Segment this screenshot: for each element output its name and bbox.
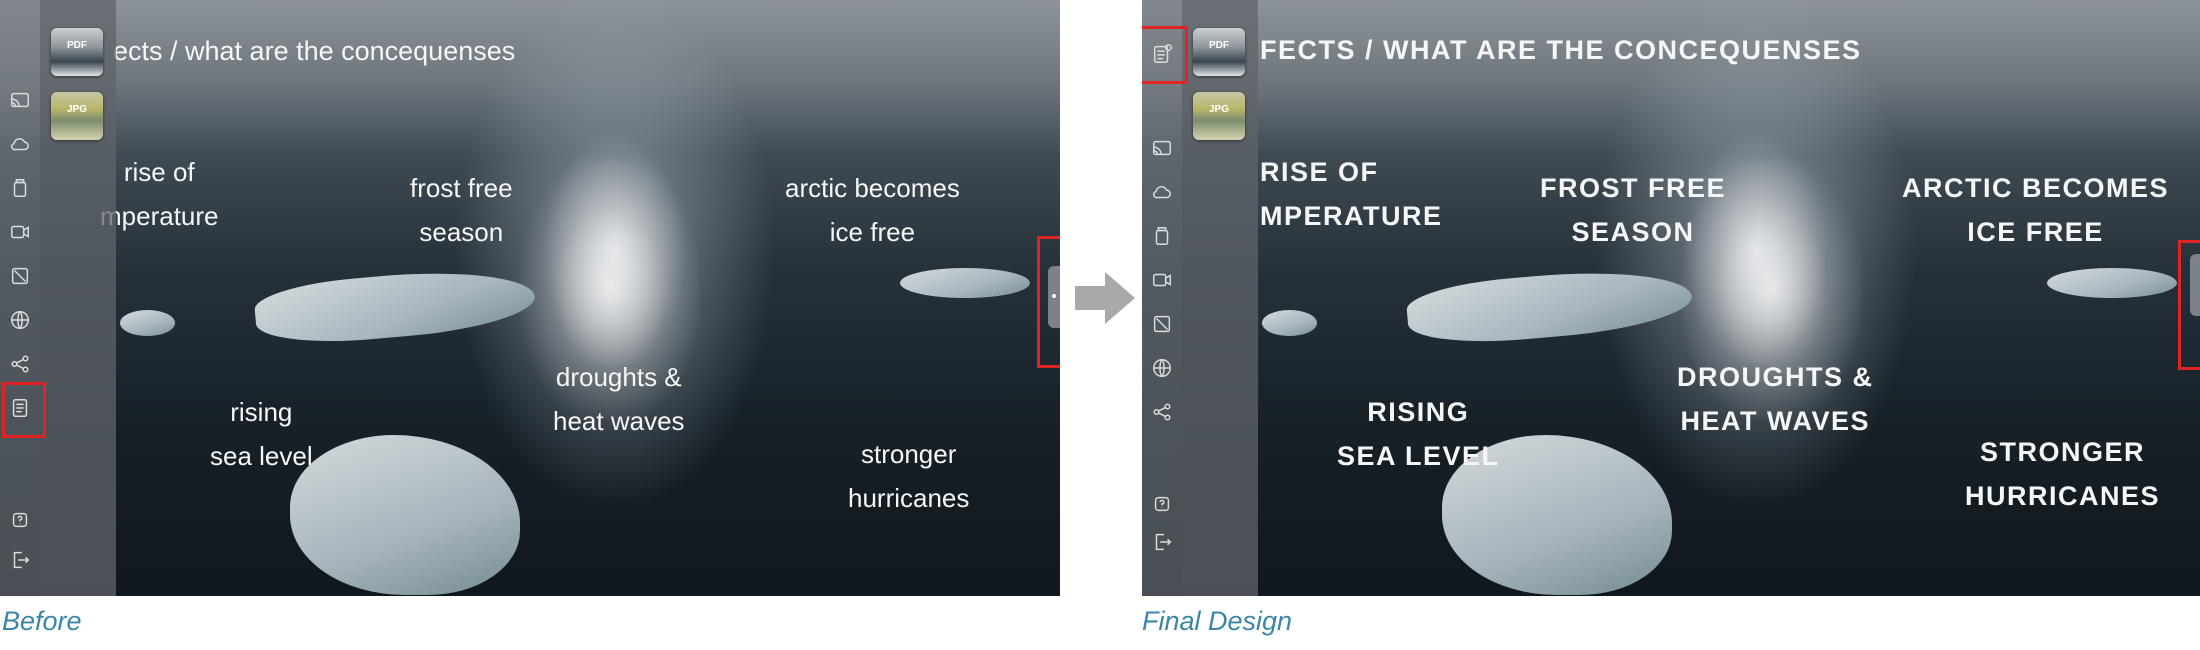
highlight-document-icon xyxy=(2,382,46,438)
pdf-thumbnail[interactable]: PDF xyxy=(1193,28,1245,76)
thumbnail-label: JPG xyxy=(1208,104,1229,115)
thumbnail-label: PDF xyxy=(67,40,87,51)
jpg-thumbnail[interactable]: JPG xyxy=(1193,92,1245,140)
phrase-line: arctic becomes xyxy=(785,173,960,203)
phrase-line: heat waves xyxy=(1680,406,1870,436)
exit-icon[interactable] xyxy=(6,546,34,574)
ice-floe xyxy=(900,268,1030,298)
phrase-line: season xyxy=(1571,217,1695,247)
phrase-line: stronger xyxy=(861,439,957,469)
slide-title: ects / what are the concequenses xyxy=(113,36,516,66)
phrase-line: mperature xyxy=(100,201,219,231)
phrase-line: rise of xyxy=(123,157,195,187)
exit-icon[interactable] xyxy=(1148,528,1176,556)
caption-final-design: Final Design xyxy=(1142,606,1293,636)
phrase-frost-free-season[interactable]: frost free season xyxy=(1540,166,1726,254)
phrase-line: season xyxy=(419,217,504,247)
file-strip xyxy=(1182,0,1258,596)
share-icon[interactable] xyxy=(6,350,34,378)
phrase-line: heat waves xyxy=(553,406,685,436)
highlight-panel-handle xyxy=(1037,236,1060,368)
globe-icon[interactable] xyxy=(1148,354,1176,382)
phrase-droughts-heat-waves[interactable]: droughts & heat waves xyxy=(553,355,685,443)
phrase-rising-sea-level[interactable]: rising sea level xyxy=(1337,390,1500,478)
jpg-thumbnail[interactable]: JPG xyxy=(51,92,103,140)
cast-icon[interactable] xyxy=(1148,134,1176,162)
ice-floe xyxy=(1262,310,1317,336)
globe-icon[interactable] xyxy=(6,306,34,334)
cloud-icon[interactable] xyxy=(6,130,34,158)
cloud-icon[interactable] xyxy=(1148,178,1176,206)
jar-icon[interactable] xyxy=(6,174,34,202)
phrase-line: sea level xyxy=(1337,441,1500,471)
phrase-stronger-hurricanes[interactable]: stronger hurricanes xyxy=(848,432,969,520)
phrase-rise-of-temperature[interactable]: rise of mperature xyxy=(1260,150,1443,238)
diagonal-icon[interactable] xyxy=(1148,310,1176,338)
phrase-line: hurricanes xyxy=(1965,481,2161,511)
phrase-line: sea level xyxy=(210,441,313,471)
cast-icon[interactable] xyxy=(6,86,34,114)
help-icon[interactable] xyxy=(1148,490,1176,518)
phrase-droughts-heat-waves[interactable]: droughts & heat waves xyxy=(1677,355,1874,443)
share-icon[interactable] xyxy=(1148,398,1176,426)
pdf-thumbnail[interactable]: PDF xyxy=(51,28,103,76)
caption-before: Before xyxy=(2,606,82,636)
phrase-arctic-ice-free[interactable]: arctic becomes ice free xyxy=(1902,166,2169,254)
phrase-line: frost free xyxy=(410,173,513,203)
phrase-line: frost free xyxy=(1540,173,1727,203)
phrase-line: mperature xyxy=(1260,201,1443,231)
phrase-line: droughts & xyxy=(1677,362,1874,392)
video-icon[interactable] xyxy=(1148,266,1176,294)
phrase-rising-sea-level[interactable]: rising sea level xyxy=(210,390,313,478)
before-screenshot: ects / what are the concequenses rise of… xyxy=(0,0,1060,596)
phrase-line: rising xyxy=(1367,397,1470,427)
phrase-line: ice free xyxy=(829,217,916,247)
video-icon[interactable] xyxy=(6,218,34,246)
phrase-rise-of-temperature[interactable]: rise of mperature xyxy=(100,150,219,238)
diagonal-icon[interactable] xyxy=(6,262,34,290)
highlight-panel-handle xyxy=(2178,240,2200,370)
highlight-document-icon xyxy=(1142,26,1188,84)
ice-floe xyxy=(120,310,175,336)
thumbnail-label: JPG xyxy=(66,104,87,115)
jar-icon[interactable] xyxy=(1148,222,1176,250)
slide-title: fects / what are the concequenses xyxy=(1260,35,1862,65)
transition-arrow-icon xyxy=(1075,272,1135,324)
phrase-arctic-ice-free[interactable]: arctic becomes ice free xyxy=(785,166,960,254)
final-design-screenshot: fects / what are the concequenses rise o… xyxy=(1142,0,2200,596)
phrase-line: rising xyxy=(230,397,293,427)
thumbnail-label: PDF xyxy=(1209,40,1229,51)
help-icon[interactable] xyxy=(6,506,34,534)
phrase-line: arctic becomes xyxy=(1902,173,2170,203)
phrase-line: rise of xyxy=(1260,157,1379,187)
phrase-line: droughts & xyxy=(555,362,682,392)
phrase-line: stronger xyxy=(1980,437,2146,467)
ice-floe xyxy=(2047,268,2177,298)
phrase-line: ice free xyxy=(1967,217,2104,247)
phrase-frost-free-season[interactable]: frost free season xyxy=(410,166,513,254)
phrase-stronger-hurricanes[interactable]: stronger hurricanes xyxy=(1965,430,2160,518)
phrase-line: hurricanes xyxy=(848,483,970,513)
file-strip xyxy=(40,0,116,596)
